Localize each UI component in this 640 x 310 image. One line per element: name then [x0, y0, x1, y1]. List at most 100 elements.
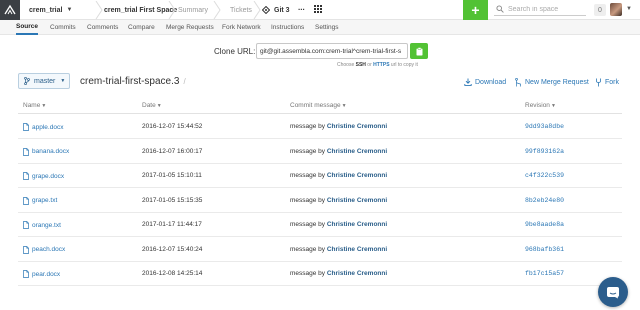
file-name: pear.docx [32, 270, 61, 278]
clone-hint-or: or [367, 62, 372, 68]
commit-message-prefix: message by [290, 270, 326, 277]
table-row: pear.docx 2016-12-08 14:25:14 message by C… [18, 262, 622, 286]
new-merge-request-label: New Merge Request [525, 78, 589, 86]
tab-fork-network[interactable]: Fork Network [222, 20, 261, 35]
assembla-logo[interactable] [0, 0, 20, 20]
commit-message-prefix: message by [290, 147, 326, 155]
git-subnav: Source Commits Comments Compare Merge Re… [0, 20, 640, 35]
copy-url-button[interactable] [410, 43, 428, 59]
notification-badge[interactable]: 0 [594, 4, 606, 16]
commit-message: message by Christine Cremonni [290, 197, 387, 204]
tab-instructions[interactable]: Instructions [271, 20, 304, 35]
revision-link[interactable]: 9dd93a8dbe [525, 123, 564, 130]
create-new-button[interactable]: + [463, 0, 488, 20]
revision-link[interactable]: 8b2eb24e80 [525, 197, 564, 204]
nav-git-tool[interactable]: Git 3 [262, 4, 290, 16]
chevron-down-icon: ▼ [66, 7, 73, 13]
commit-author-link[interactable]: Christine Cremonni [327, 123, 387, 130]
download-label: Download [475, 78, 507, 86]
table-row: peach.docx 2016-12-07 15:40:24 message by … [18, 238, 622, 262]
file-link[interactable]: apple.docx [23, 123, 63, 131]
file-link[interactable]: peach.docx [23, 245, 65, 254]
search-input[interactable] [508, 5, 586, 13]
file-name: orange.txt [32, 221, 61, 229]
clone-hint: Choose SSH or HTTPS url to copy it [337, 62, 418, 68]
column-header-name[interactable]: Name▼ [23, 102, 46, 109]
revision-link[interactable]: fb17c15a57 [525, 270, 564, 277]
breadcrumb-separator-icon [253, 1, 261, 19]
tab-comments[interactable]: Comments [87, 20, 118, 35]
branch-selector[interactable]: master ▼ [18, 73, 70, 89]
file-icon [23, 221, 29, 229]
commit-author-link[interactable]: Christine Cremonni [327, 270, 387, 277]
user-avatar[interactable] [610, 3, 622, 16]
file-icon [23, 147, 29, 156]
tab-compare[interactable]: Compare [128, 20, 155, 35]
download-link[interactable]: Download [464, 77, 506, 87]
commit-message-prefix: message by [290, 221, 326, 228]
commit-author-link[interactable]: Christine Cremonni [327, 148, 387, 155]
commit-author-link[interactable]: Christine Cremonni [327, 221, 387, 228]
ssh-option[interactable]: SSH [356, 62, 366, 68]
table-row: orange.txt 2017-01-17 11:44:17 message by … [18, 213, 622, 237]
search-box [494, 3, 586, 16]
column-header-date[interactable]: Date▼ [142, 102, 162, 109]
file-icon [23, 172, 29, 180]
top-navbar: crem_trial ▼ crem_trial First Space Summ… [0, 0, 640, 20]
nav-tickets[interactable]: Tickets [230, 4, 252, 16]
org-name: crem_trial [29, 6, 63, 14]
apps-grid-icon[interactable] [314, 5, 322, 13]
tab-commits[interactable]: Commits [50, 20, 76, 35]
fork-link[interactable]: Fork [595, 77, 619, 87]
repo-title: crem-trial-first-space.3/ [80, 76, 186, 87]
revision-link[interactable]: 9be8aade8a [525, 221, 564, 228]
commit-author-link[interactable]: Christine Cremonni [327, 246, 387, 253]
table-row: grape.docx 2017-01-05 15:10:11 message by … [18, 164, 622, 188]
table-row: banana.docx 2016-12-07 16:00:17 message by… [18, 140, 622, 164]
chevron-down-icon[interactable]: ▼ [626, 6, 632, 12]
file-link[interactable]: grape.txt [23, 196, 57, 205]
https-option[interactable]: HTTPS [373, 62, 389, 68]
sort-arrow-icon: ▼ [41, 103, 47, 109]
org-switcher[interactable]: crem_trial ▼ [29, 4, 72, 16]
file-link[interactable]: banana.docx [23, 147, 69, 156]
column-header-date-label: Date [142, 102, 156, 109]
path-separator: / [183, 77, 186, 86]
commit-message: message by Christine Cremonni [290, 123, 387, 130]
nav-summary[interactable]: Summary [178, 4, 208, 16]
clone-hint-prefix: Choose [337, 62, 355, 68]
file-icon [23, 123, 29, 131]
clipboard-icon [416, 46, 422, 55]
commit-author-link[interactable]: Christine Cremonni [327, 172, 387, 179]
branch-icon [24, 77, 30, 85]
column-header-revision[interactable]: Revision▼ [525, 102, 556, 109]
clone-url-input[interactable] [257, 47, 407, 55]
more-tools-button[interactable]: ... [298, 3, 305, 12]
tab-merge-requests[interactable]: Merge Requests [166, 20, 214, 35]
commit-message-prefix: message by [290, 123, 326, 130]
sort-arrow-icon: ▼ [156, 103, 162, 109]
new-merge-request-link[interactable]: New Merge Request [515, 77, 589, 87]
support-chat-button[interactable] [598, 277, 628, 307]
download-icon [464, 78, 472, 86]
column-header-message[interactable]: Commit message▼ [290, 102, 347, 109]
revision-link[interactable]: 968bafb361 [525, 246, 564, 253]
file-link[interactable]: grape.docx [23, 172, 64, 180]
file-name: apple.docx [32, 123, 64, 131]
commit-message: message by Christine Cremonni [290, 221, 387, 228]
chevron-down-icon: ▼ [60, 78, 66, 84]
commit-message-prefix: message by [290, 196, 326, 204]
commit-date: 2016-12-07 15:44:52 [142, 123, 203, 130]
tab-settings[interactable]: Settings [315, 20, 339, 35]
file-name: grape.docx [32, 172, 65, 180]
tab-source[interactable]: Source [16, 20, 39, 35]
commit-author-link[interactable]: Christine Cremonni [327, 197, 387, 204]
revision-link[interactable]: c4f322c539 [525, 172, 564, 179]
file-link[interactable]: pear.docx [23, 270, 60, 278]
commit-message: message by Christine Cremonni [290, 246, 387, 253]
clone-hint-suffix: url to copy it [390, 62, 418, 68]
file-link[interactable]: orange.txt [23, 221, 61, 229]
fork-icon [596, 78, 601, 86]
revision-link[interactable]: 99f893162a [525, 148, 564, 155]
column-header-message-label: Commit message [290, 102, 341, 109]
